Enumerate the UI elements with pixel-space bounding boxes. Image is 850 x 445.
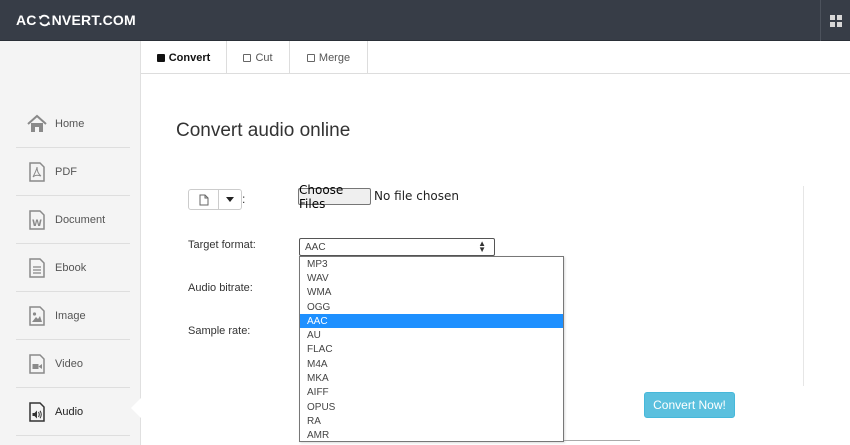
checkbox-filled-icon <box>156 53 165 62</box>
format-option[interactable]: M4A <box>300 357 563 371</box>
tab-bar: Convert Cut Merge <box>141 41 850 74</box>
tab-label: Cut <box>255 51 273 64</box>
format-option[interactable]: OGG <box>300 300 563 314</box>
format-option[interactable]: WMA <box>300 286 563 300</box>
sidebar-item-label: Video <box>55 357 83 370</box>
tab-convert[interactable]: Convert <box>141 41 227 74</box>
convert-now-button[interactable]: Convert Now! <box>644 392 735 418</box>
tab-cut[interactable]: Cut <box>227 41 290 74</box>
format-options-list[interactable]: MP3 WAV WMA OGG AAC AU FLAC M4A MKA AIFF… <box>299 256 564 442</box>
bottom-edge-strip <box>564 440 640 445</box>
caret-down-icon <box>226 197 235 202</box>
format-option[interactable]: AMR <box>300 429 563 443</box>
audio-bitrate-label: Audio bitrate: <box>188 282 253 294</box>
sidebar-item-label: Audio <box>55 405 84 418</box>
sidebar-item-home[interactable]: Home <box>16 100 130 148</box>
checkbox-empty-icon <box>243 53 252 62</box>
file-icon <box>199 194 209 205</box>
sidebar-item-ebook[interactable]: Ebook <box>16 244 130 292</box>
tab-label: Merge <box>318 51 351 64</box>
sidebar-item-audio[interactable]: Audio <box>16 388 130 436</box>
file-source-dropdown[interactable] <box>188 189 242 210</box>
grid-icon <box>829 14 842 27</box>
checkbox-empty-icon <box>306 53 315 62</box>
active-item-pointer <box>131 398 141 418</box>
sidebar-item-label: Image <box>55 309 86 322</box>
site-logo[interactable]: AC NVERT.COM <box>16 12 136 28</box>
sample-rate-label: Sample rate: <box>188 325 251 337</box>
select-value: AAC <box>305 241 326 253</box>
logo-prefix: AC <box>16 12 37 28</box>
sidebar-item-pdf[interactable]: PDF <box>16 148 130 196</box>
video-icon <box>29 353 45 374</box>
svg-text:W: W <box>32 219 42 229</box>
image-icon <box>29 305 45 326</box>
sidebar-item-video[interactable]: Video <box>16 340 130 388</box>
format-option[interactable]: AU <box>300 328 563 342</box>
sidebar-item-document[interactable]: W Document <box>16 196 130 244</box>
logo-suffix: NVERT.COM <box>51 12 136 28</box>
format-option[interactable]: OPUS <box>300 400 563 414</box>
tab-label: Convert <box>168 51 211 64</box>
format-option[interactable]: MKA <box>300 371 563 385</box>
sidebar-item-label: Ebook <box>55 261 87 274</box>
no-file-chosen-text: No file chosen <box>374 189 460 203</box>
file-source-button[interactable] <box>189 190 220 209</box>
file-source-colon: : <box>242 192 246 206</box>
page-title: Convert audio online <box>176 120 351 141</box>
choose-files-button[interactable]: Choose Files <box>298 183 371 211</box>
convert-cycle-icon <box>38 14 50 26</box>
format-option[interactable]: MP3 <box>300 257 563 271</box>
target-format-select[interactable]: AAC ▲ ▼ <box>299 238 495 256</box>
sidebar-item-label: Document <box>55 213 106 226</box>
word-document-icon: W <box>29 209 45 230</box>
content-divider <box>803 186 804 386</box>
sidebar-item-label: Home <box>55 117 85 130</box>
top-navbar: AC NVERT.COM <box>0 0 850 41</box>
format-option-selected[interactable]: AAC <box>300 314 563 329</box>
tab-merge[interactable]: Merge <box>290 41 368 74</box>
sidebar-item-label: PDF <box>55 165 77 178</box>
format-option[interactable]: RA <box>300 414 563 428</box>
target-format-label: Target format: <box>188 239 256 251</box>
audio-icon <box>29 401 45 422</box>
file-source-caret[interactable] <box>219 190 241 209</box>
select-arrows-icon: ▲ ▼ <box>478 239 486 254</box>
ebook-icon <box>29 257 45 278</box>
sidebar: Home PDF W Document Ebook Image Video Au… <box>0 41 141 445</box>
format-option[interactable]: FLAC <box>300 343 563 357</box>
format-option[interactable]: AIFF <box>300 386 563 400</box>
home-icon <box>27 114 47 132</box>
format-option[interactable]: WAV <box>300 271 563 285</box>
pdf-file-icon <box>29 161 45 182</box>
apps-menu-button[interactable] <box>820 0 850 41</box>
sidebar-item-image[interactable]: Image <box>16 292 130 340</box>
